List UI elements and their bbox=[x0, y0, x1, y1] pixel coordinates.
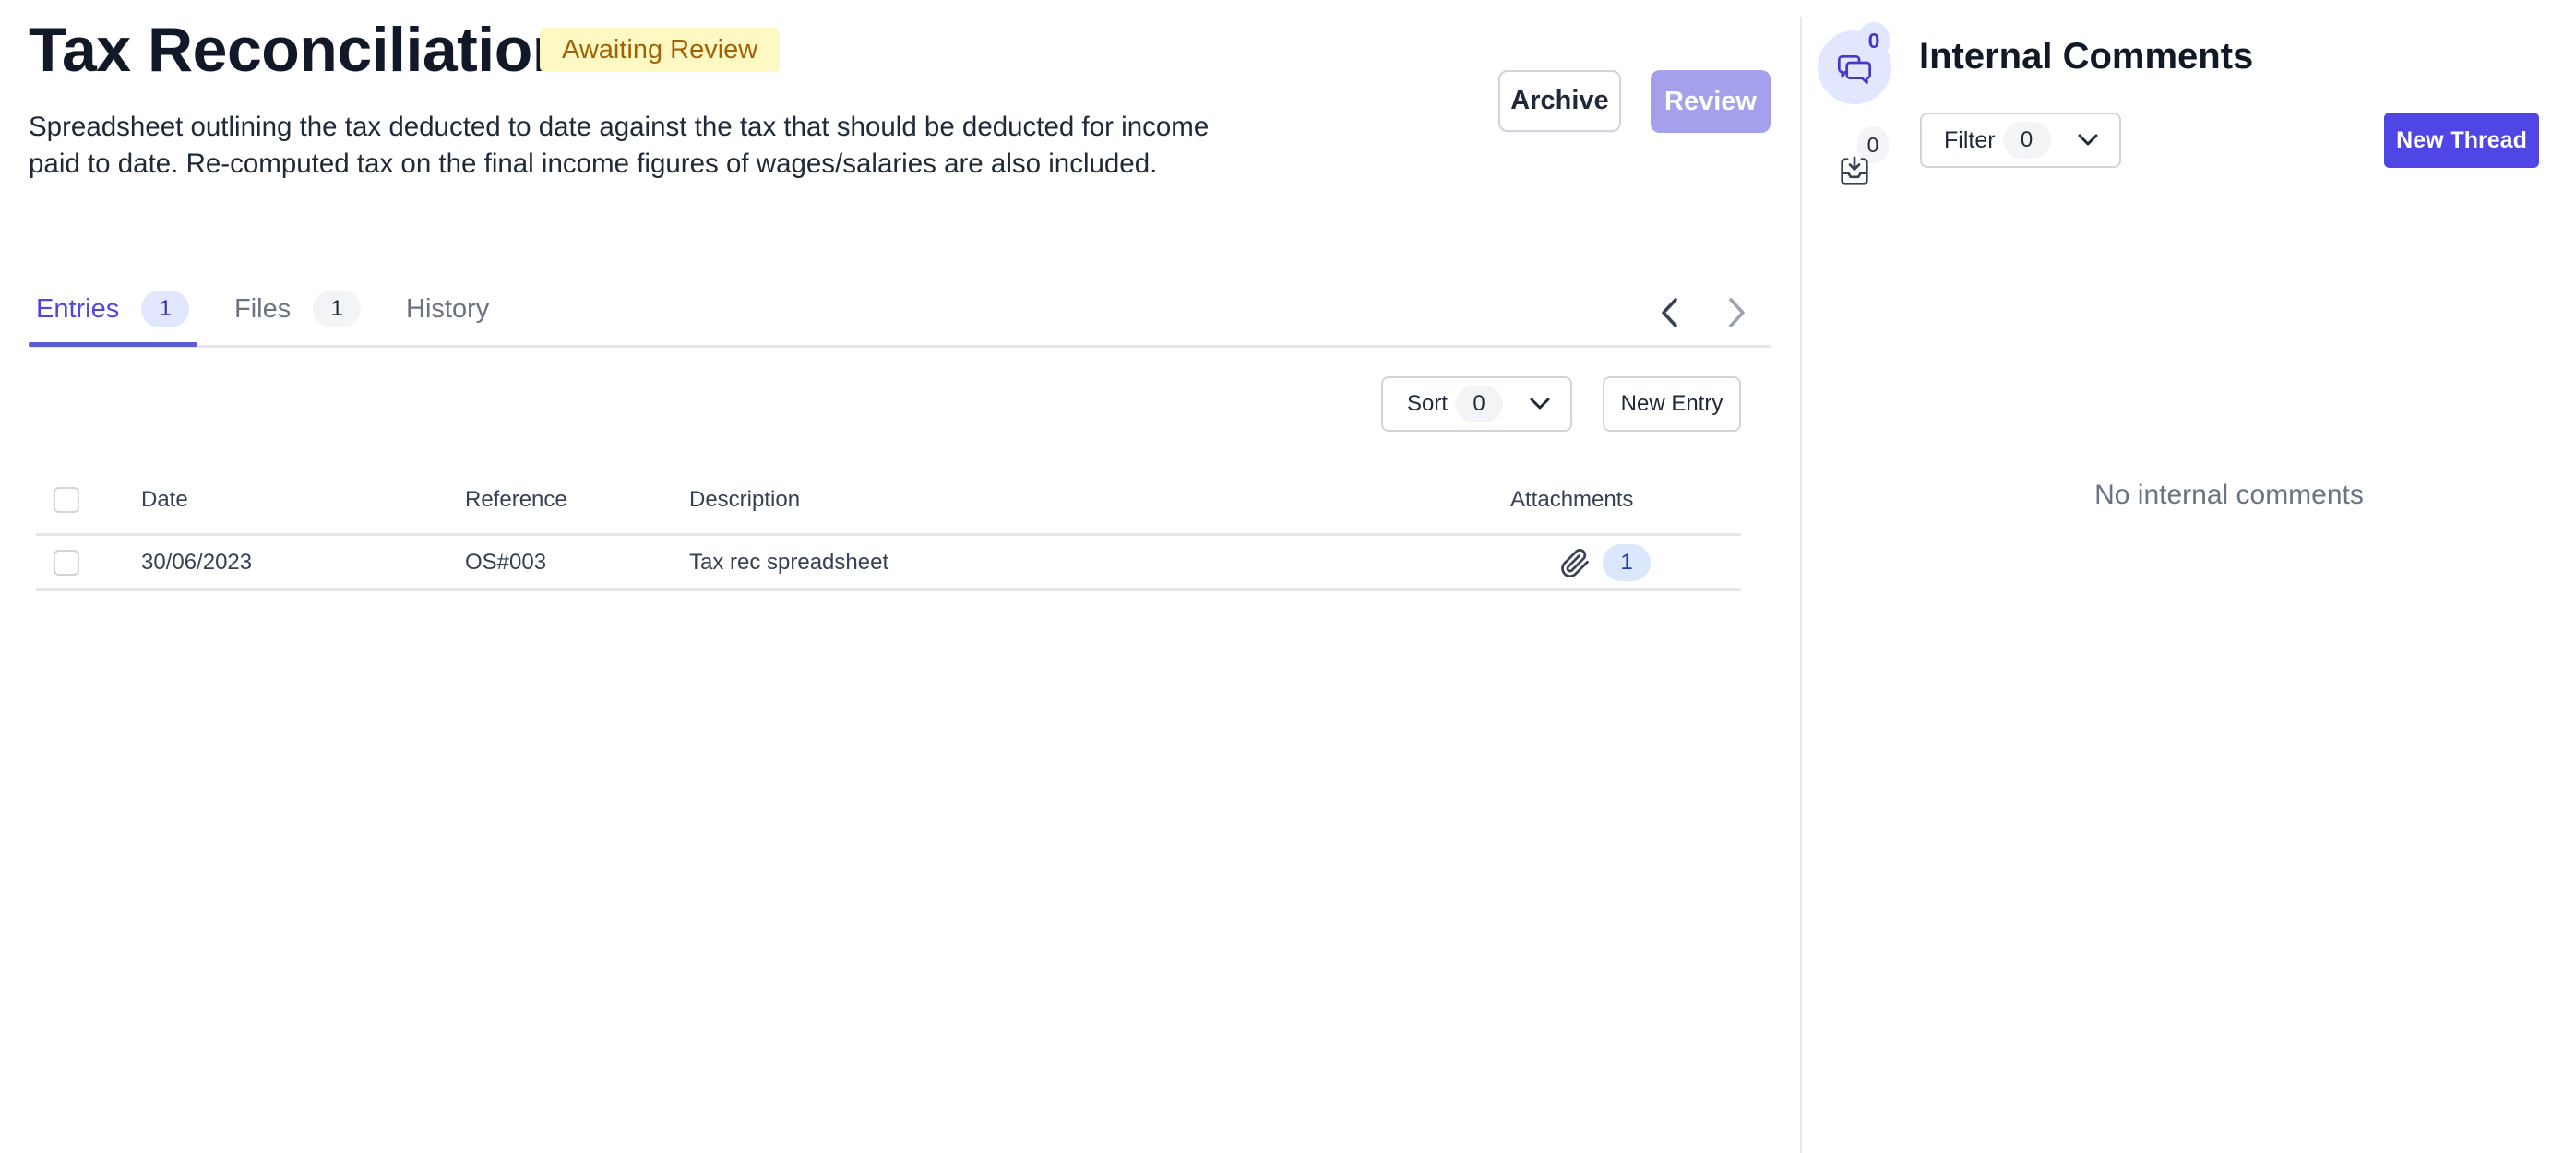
sort-button[interactable]: Sort 0 bbox=[1381, 376, 1572, 432]
next-button[interactable] bbox=[1718, 293, 1755, 332]
row-checkbox[interactable] bbox=[54, 549, 79, 576]
archive-button[interactable]: Archive bbox=[1498, 70, 1621, 132]
paperclip-icon bbox=[1561, 548, 1589, 577]
column-header-attachments[interactable]: Attachments bbox=[1510, 466, 1633, 533]
chevron-down-icon bbox=[2078, 134, 2098, 146]
tab-files-label: Files bbox=[234, 293, 292, 324]
new-thread-button[interactable]: New Thread bbox=[2384, 113, 2539, 168]
column-header-date[interactable]: Date bbox=[141, 466, 188, 533]
tab-history-label: History bbox=[406, 293, 490, 324]
comments-panel-title: Internal Comments bbox=[1919, 36, 2254, 77]
page-title: Tax Reconciliation bbox=[29, 15, 570, 85]
entries-table: Date Reference Description Attachments 3… bbox=[36, 466, 1741, 591]
active-tab-indicator bbox=[29, 342, 197, 347]
filter-count: 0 bbox=[2002, 122, 2051, 159]
review-button[interactable]: Review bbox=[1651, 70, 1771, 133]
tab-entries[interactable]: Entries 1 bbox=[36, 286, 190, 332]
select-all-checkbox[interactable] bbox=[54, 486, 79, 513]
tab-entries-count: 1 bbox=[141, 291, 190, 327]
sort-count: 0 bbox=[1455, 386, 1504, 422]
tab-entries-label: Entries bbox=[36, 293, 120, 324]
empty-comments-message: No internal comments bbox=[2094, 480, 2364, 510]
inbox-download-icon bbox=[1841, 156, 1868, 185]
tab-files[interactable]: Files 1 bbox=[234, 286, 362, 332]
row-description: Tax rec spreadsheet bbox=[689, 549, 889, 575]
status-badge: Awaiting Review bbox=[540, 28, 781, 72]
new-entry-button[interactable]: New Entry bbox=[1603, 376, 1741, 432]
chevron-left-icon bbox=[1662, 298, 1677, 327]
tab-files-count: 1 bbox=[313, 291, 362, 327]
row-date: 30/06/2023 bbox=[141, 549, 253, 575]
column-header-reference[interactable]: Reference bbox=[465, 466, 567, 533]
column-header-description[interactable]: Description bbox=[689, 466, 800, 533]
sort-label: Sort bbox=[1407, 391, 1449, 416]
tabs-divider bbox=[29, 345, 1771, 348]
comment-count-badge: 0 bbox=[1858, 22, 1890, 59]
filter-label: Filter bbox=[1944, 126, 1996, 153]
previous-button[interactable] bbox=[1652, 293, 1688, 332]
tab-history[interactable]: History bbox=[406, 286, 489, 332]
row-attachments[interactable]: 1 bbox=[1558, 536, 1651, 588]
row-reference: OS#003 bbox=[465, 549, 547, 575]
table-header: Date Reference Description Attachments bbox=[36, 466, 1741, 536]
chevron-right-icon bbox=[1729, 298, 1745, 327]
page-description: Spreadsheet outlining the tax deducted t… bbox=[29, 112, 1210, 179]
table-row[interactable]: 30/06/2023 OS#003 Tax rec spreadsheet 1 bbox=[36, 536, 1741, 591]
inbox-button[interactable] bbox=[1836, 153, 1873, 190]
filter-button[interactable]: Filter 0 bbox=[1920, 113, 2121, 168]
attachment-count: 1 bbox=[1603, 543, 1651, 581]
chevron-down-icon bbox=[1530, 398, 1550, 410]
panel-divider bbox=[1800, 17, 1802, 1153]
